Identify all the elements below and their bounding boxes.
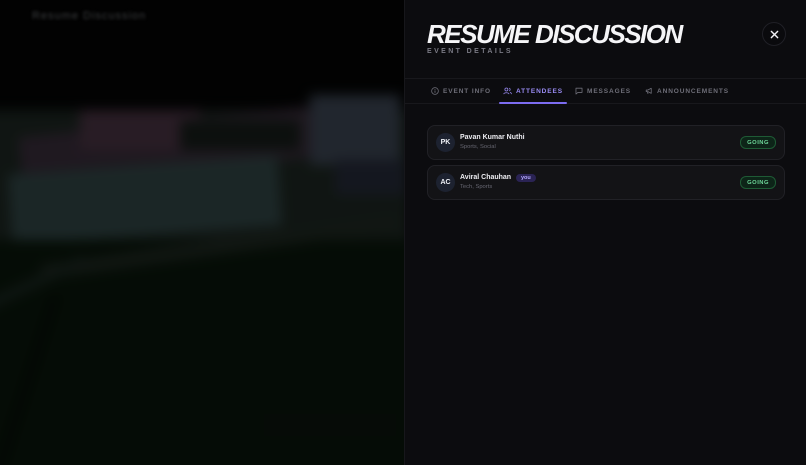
background-scene: Resume Discussion [0,0,404,465]
tab-event-info-label: EVENT INFO [443,87,492,95]
background-nav-text: Resume Discussion [32,10,147,22]
avatar: AC [436,173,455,192]
attendee-card[interactable]: AC Aviral Chauhan you Tech, Sports GOING [427,165,785,200]
status-badge: GOING [740,136,776,149]
tab-attendees-label: ATTENDEES [516,87,563,95]
tab-messages-label: MESSAGES [587,87,632,95]
tab-announcements-label: ANNOUNCEMENTS [657,87,730,95]
status-badge: GOING [740,176,776,189]
tab-event-info[interactable]: EVENT INFO [431,79,491,103]
attendee-card[interactable]: PK Pavan Kumar Nuthi Sports, Social GOIN… [427,125,785,160]
chat-icon [575,87,583,95]
background-dim-overlay[interactable] [0,0,404,465]
close-button[interactable] [762,22,786,46]
tab-bar: EVENT INFO ATTENDEES MESSAGES ANNOUNCEME… [405,78,806,104]
attendee-interests: Tech, Sports [460,184,493,190]
you-badge: you [516,174,536,182]
tab-messages[interactable]: MESSAGES [575,79,631,103]
megaphone-icon [645,87,652,94]
avatar: PK [436,133,455,152]
panel-title: RESUME DISCUSSION [427,19,683,49]
tab-announcements[interactable]: ANNOUNCEMENTS [645,79,729,103]
attendee-interests: Sports, Social [460,144,496,150]
attendee-name: Pavan Kumar Nuthi [460,134,525,141]
event-details-panel: RESUME DISCUSSION EVENT DETAILS EVENT IN… [404,0,806,465]
users-icon [503,87,512,95]
panel-subtitle: EVENT DETAILS [427,48,513,55]
close-icon [770,30,778,38]
tab-attendees[interactable]: ATTENDEES [499,79,567,104]
info-icon [431,87,439,95]
attendee-name: Aviral Chauhan [460,174,512,181]
